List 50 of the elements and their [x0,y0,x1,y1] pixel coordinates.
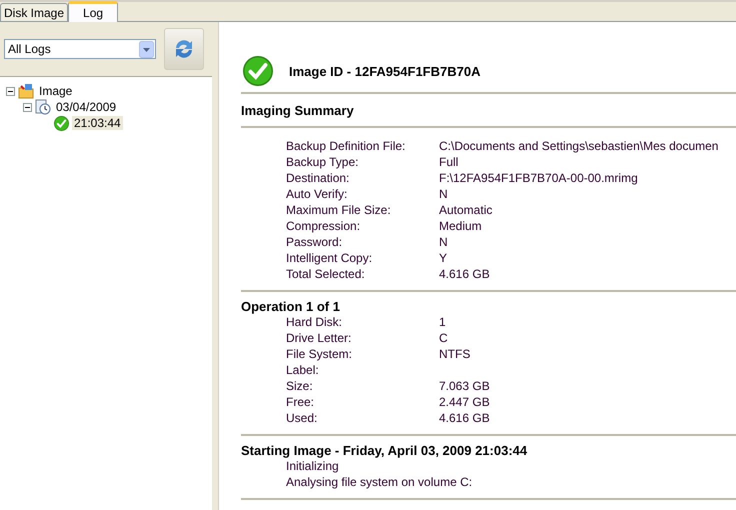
log-filter-dropdown[interactable]: All Logs [4,39,156,59]
tree-item[interactable]: 21:03:44 [72,116,123,130]
field-label: Compression: [286,218,362,234]
field-label: Auto Verify: [286,186,348,202]
collapse-toggle[interactable] [23,102,32,112]
section-title: Operation 1 of 1 [241,299,341,314]
field-value: Y [439,250,448,266]
field-value: 4.616 GB [439,410,490,426]
field-label: File System: [286,346,354,362]
section-title: Imaging Summary [241,103,736,128]
log-line: Initializing [286,458,339,474]
folder-icon [18,83,34,99]
field-label: Total Selected: [286,266,366,282]
log-line: Analysing file system on volume C: [286,474,472,490]
field-value: Medium [439,218,482,234]
collapse-toggle[interactable] [6,86,15,96]
field-value: N [439,186,448,202]
field-label: Used: [286,410,318,426]
field-label: Drive Letter: [286,330,352,346]
field-label: Backup Type: [286,154,360,170]
field-label: Destination: [286,170,350,186]
field-label: Backup Definition File: [286,138,406,154]
check-icon [54,116,69,130]
clock-document-icon [35,99,51,115]
tab[interactable]: Disk Image [0,3,68,21]
field-value: F:\12FA954F1FB7B70A-00-00.mrimg [439,170,638,186]
field-value: 1 [439,314,446,330]
log-line: Label: [286,362,319,378]
field-value: 7.063 GB [439,378,490,394]
tree-item[interactable]: Image [37,84,74,98]
field-value: C:\Documents and Settings\sebastien\Mes documen [439,138,718,154]
field-value: 4.616 GB [439,266,490,282]
field-label: Intelligent Copy: [286,250,374,266]
field-value: Full [439,154,458,170]
success-check-icon [243,56,273,86]
refresh-button[interactable] [164,28,204,70]
field-value: NTFS [439,346,470,362]
field-label: Maximum File Size: [286,202,392,218]
field-value: 2.447 GB [439,394,490,410]
field-value: Automatic [439,202,492,218]
field-label: Size: [286,378,314,394]
section-title: Starting Image - Friday, April 03, 2009 21:03:44 [241,443,528,458]
tab[interactable]: Log [68,1,118,22]
field-label: Free: [286,394,316,410]
image-id-title: Image ID - 12FA954F1FB7B70A [289,64,480,78]
field-value: N [439,234,448,250]
tree-item[interactable]: 03/04/2009 [54,100,118,114]
field-label: Hard Disk: [286,314,344,330]
field-value: C [439,330,448,346]
field-label: Password: [286,234,344,250]
